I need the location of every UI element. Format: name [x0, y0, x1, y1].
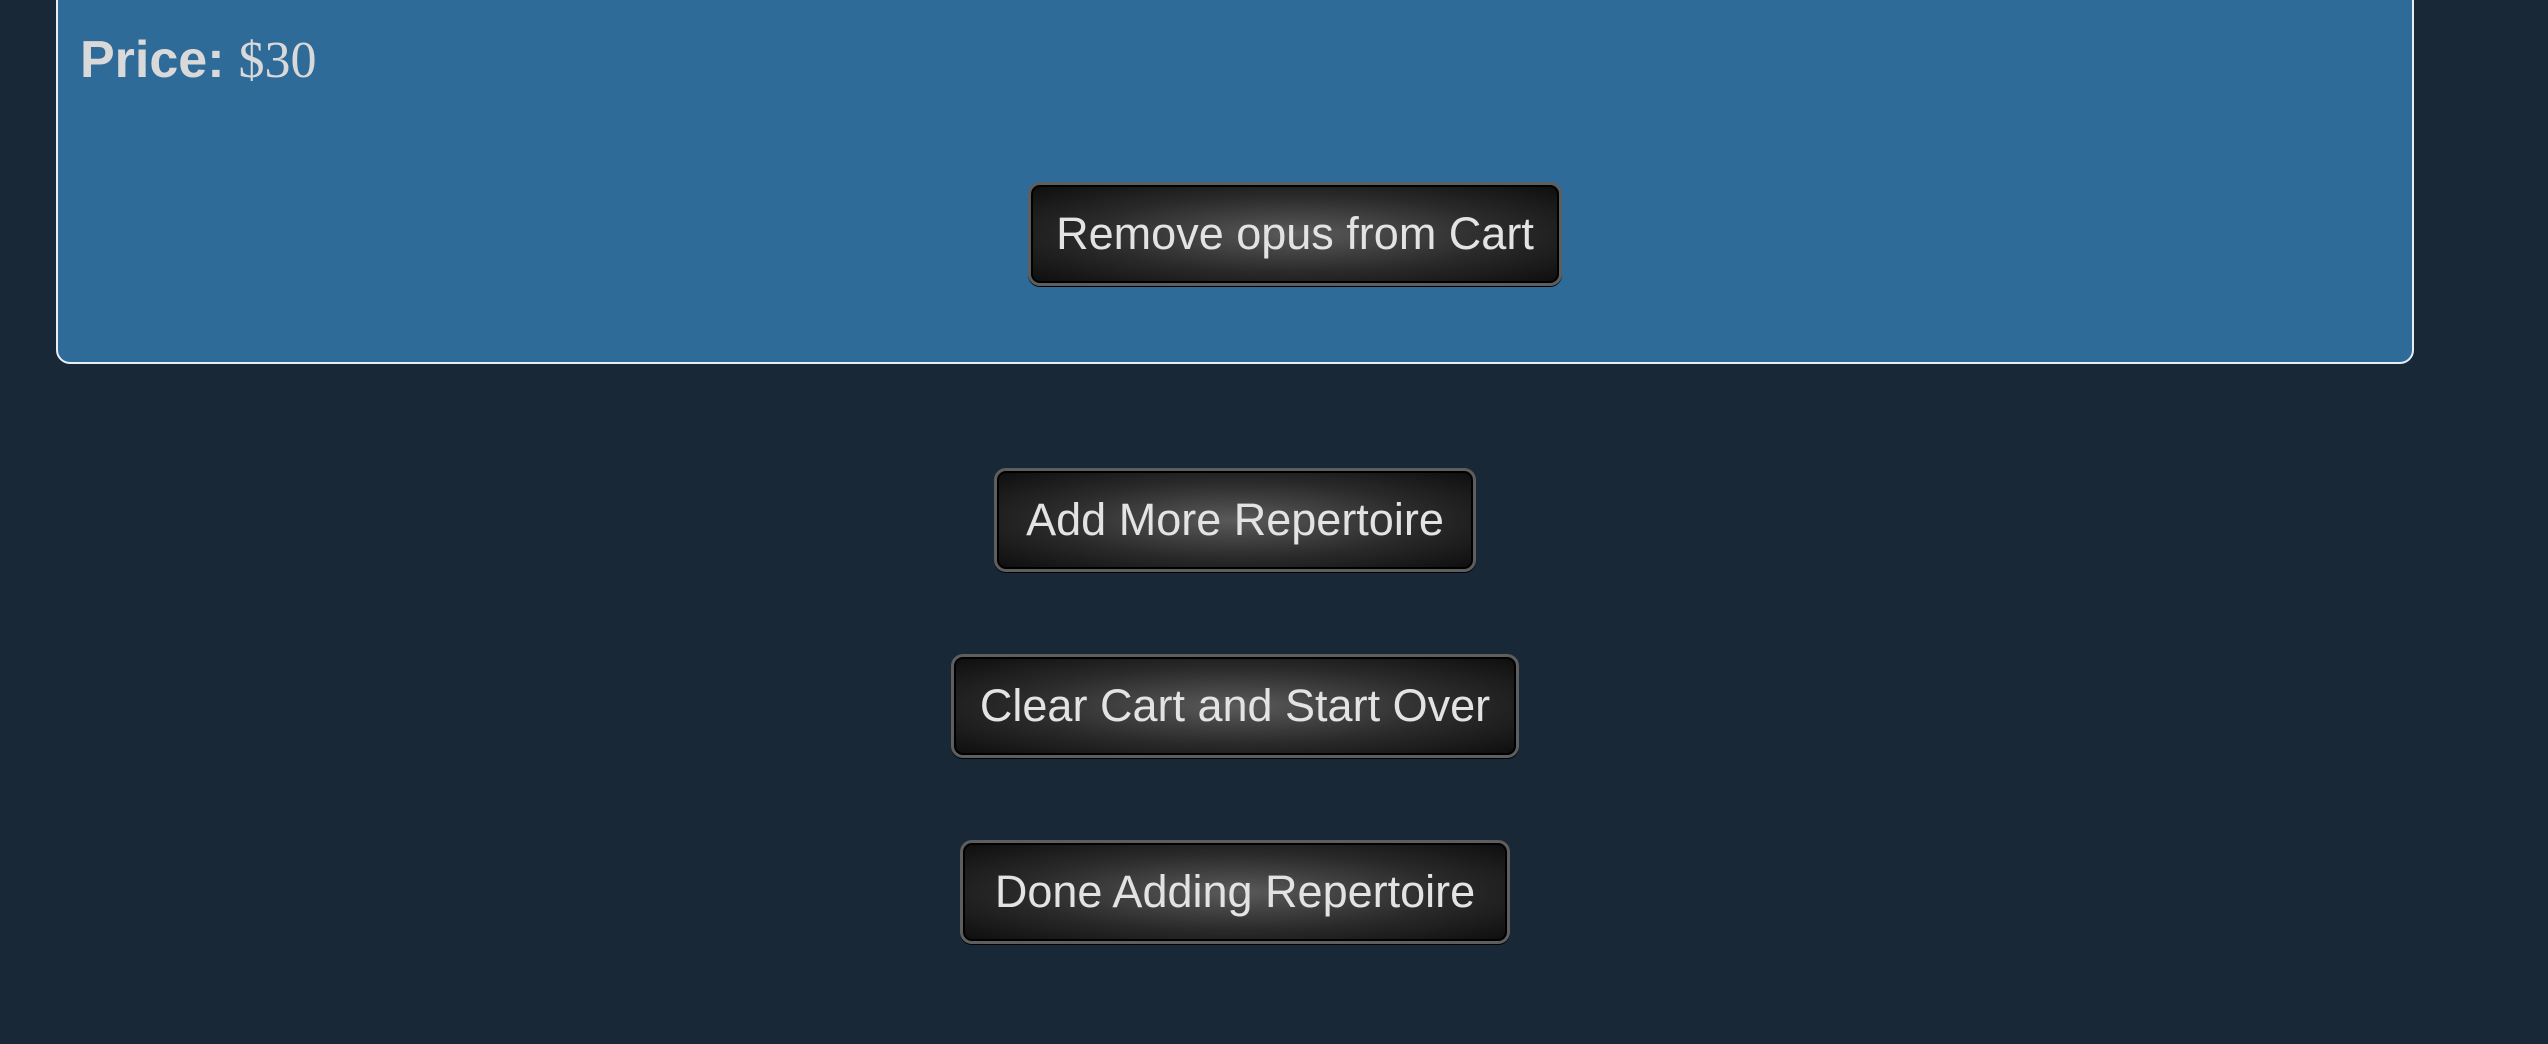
price-value: $30 [238, 32, 317, 89]
cart-item-panel: Price: $30 Remove opus from Cart [56, 0, 2414, 364]
remove-from-cart-button[interactable]: Remove opus from Cart [1028, 182, 1562, 286]
clear-cart-button[interactable]: Clear Cart and Start Over [951, 654, 1519, 758]
done-adding-repertoire-button[interactable]: Done Adding Repertoire [960, 840, 1510, 944]
add-more-repertoire-button[interactable]: Add More Repertoire [994, 468, 1476, 572]
price-label: Price: [80, 31, 225, 89]
price-line: Price: $30 [80, 34, 317, 87]
